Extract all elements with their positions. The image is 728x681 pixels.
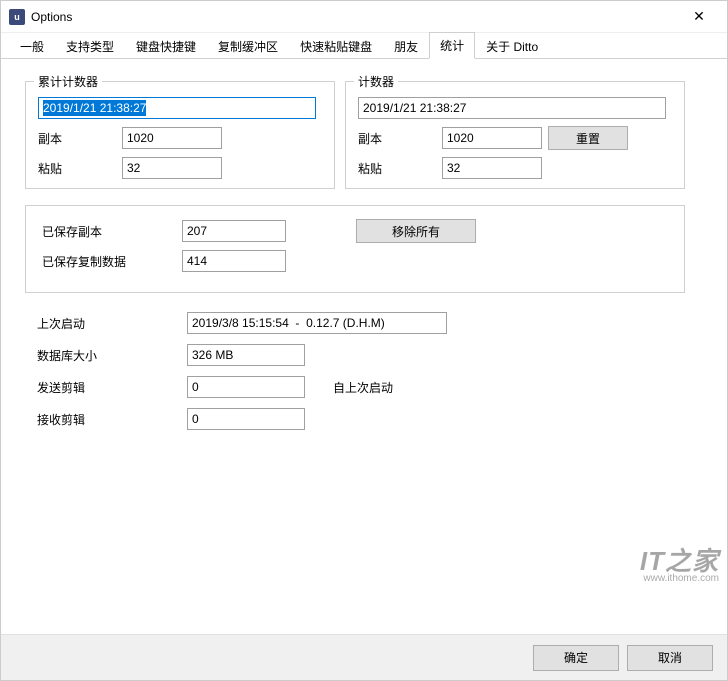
- misc-stats-section: 上次启动 数据库大小 发送剪辑 自上次启动 接收剪辑: [37, 309, 677, 437]
- watermark: IT之家 www.ithome.com: [640, 548, 719, 584]
- cumulative-paste-value[interactable]: [122, 157, 222, 179]
- cumulative-counters-title: 累计计数器: [34, 73, 102, 90]
- recv-clips-value[interactable]: [187, 408, 305, 430]
- saved-data-label: 已保存复制数据: [42, 253, 182, 270]
- cumulative-date-field[interactable]: 2019/1/21 21:38:27: [38, 97, 316, 119]
- counters-copy-label: 副本: [358, 130, 442, 147]
- last-start-label: 上次启动: [37, 315, 187, 332]
- tab-content: 累计计数器 2019/1/21 21:38:27 副本 粘贴 计数器 副本 重置: [1, 59, 727, 634]
- tab-quick-paste[interactable]: 快速粘贴键盘: [289, 33, 383, 59]
- send-clips-label: 发送剪辑: [37, 379, 187, 396]
- saved-copies-label: 已保存副本: [42, 223, 182, 240]
- counters-paste-value[interactable]: [442, 157, 542, 179]
- since-last-start-label: 自上次启动: [333, 379, 393, 396]
- cumulative-counters-group: 累计计数器 2019/1/21 21:38:27 副本 粘贴: [25, 81, 335, 189]
- saved-data-value[interactable]: [182, 250, 286, 272]
- recv-clips-label: 接收剪辑: [37, 411, 187, 428]
- tab-stats[interactable]: 统计: [429, 32, 475, 59]
- db-size-label: 数据库大小: [37, 347, 187, 364]
- cancel-button[interactable]: 取消: [627, 645, 713, 671]
- counters-paste-label: 粘贴: [358, 160, 442, 177]
- cumulative-paste-label: 粘贴: [38, 160, 122, 177]
- titlebar: u Options ✕: [1, 1, 727, 33]
- tab-friends[interactable]: 朋友: [383, 33, 429, 59]
- dialog-footer: 确定 取消: [1, 634, 727, 680]
- tab-keyboard-shortcuts[interactable]: 键盘快捷键: [125, 33, 207, 59]
- tab-supported-types[interactable]: 支持类型: [55, 33, 125, 59]
- cumulative-copy-value[interactable]: [122, 127, 222, 149]
- send-clips-value[interactable]: [187, 376, 305, 398]
- counters-group: 计数器 副本 重置 粘贴: [345, 81, 685, 189]
- last-start-value[interactable]: [187, 312, 447, 334]
- saved-copies-value[interactable]: [182, 220, 286, 242]
- db-size-value[interactable]: [187, 344, 305, 366]
- remove-all-button[interactable]: 移除所有: [356, 219, 476, 243]
- tab-strip: 一般 支持类型 键盘快捷键 复制缓冲区 快速粘贴键盘 朋友 统计 关于 Ditt…: [1, 33, 727, 59]
- counters-date-field[interactable]: [358, 97, 666, 119]
- reset-button[interactable]: 重置: [548, 126, 628, 150]
- tab-about[interactable]: 关于 Ditto: [475, 33, 549, 59]
- app-icon: u: [9, 9, 25, 25]
- saved-section: 已保存副本 移除所有 已保存复制数据: [25, 205, 685, 293]
- window-title: Options: [31, 10, 679, 24]
- ok-button[interactable]: 确定: [533, 645, 619, 671]
- tab-general[interactable]: 一般: [9, 33, 55, 59]
- counters-title: 计数器: [354, 73, 398, 90]
- options-dialog: u Options ✕ 一般 支持类型 键盘快捷键 复制缓冲区 快速粘贴键盘 朋…: [0, 0, 728, 681]
- close-icon[interactable]: ✕: [679, 3, 719, 31]
- tab-copy-buffers[interactable]: 复制缓冲区: [207, 33, 289, 59]
- counters-copy-value[interactable]: [442, 127, 542, 149]
- cumulative-copy-label: 副本: [38, 130, 122, 147]
